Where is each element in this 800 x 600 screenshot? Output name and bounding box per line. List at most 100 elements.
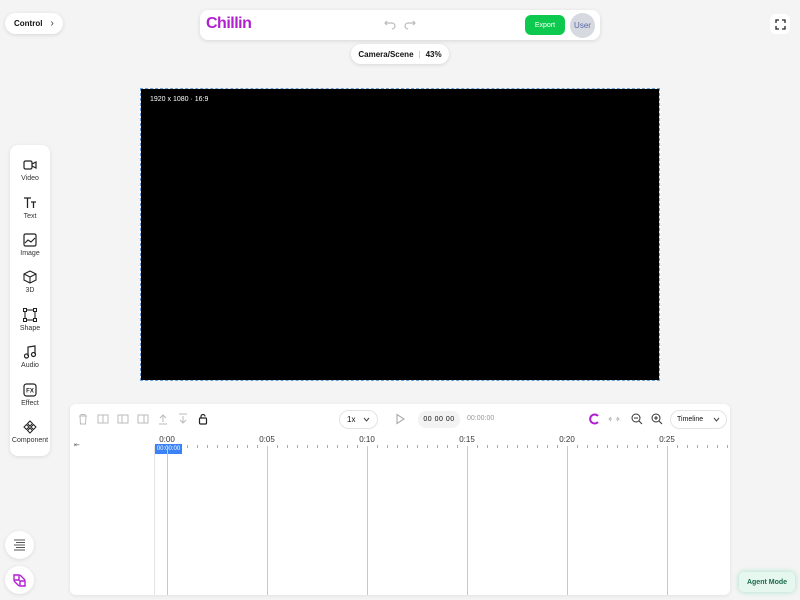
tool-effect[interactable]: FX Effect [10,378,50,414]
delete-icon[interactable] [77,413,89,425]
effect-icon: FX [23,383,37,397]
playhead-time[interactable]: 00:00:00 [155,444,182,454]
ruler-minor-tick [677,445,678,448]
tool-image[interactable]: Image [10,228,50,264]
chevron-down-icon [363,417,370,422]
ruler-minor-tick [217,445,218,448]
ruler-minor-tick [377,445,378,448]
ruler-minor-tick [547,445,548,448]
ruler-minor-tick [277,445,278,448]
scene-selector[interactable]: Camera/Scene | 43% [351,44,449,64]
svg-text:FX: FX [26,389,34,395]
move-down-icon[interactable] [177,413,189,425]
ruler-minor-tick [477,445,478,448]
grid-line [367,446,368,595]
current-time[interactable]: 00 00 00 [418,411,460,428]
tool-label: Text [23,213,37,220]
control-label: Control [14,19,43,28]
app-logo: Chillin [206,15,252,32]
tool-video[interactable]: Video [10,153,50,189]
ruler-minor-tick [347,445,348,448]
video-icon [23,160,37,170]
export-button[interactable]: Export [525,15,565,35]
image-icon [23,233,37,247]
ruler-tick-label: 0:20 [559,435,575,444]
ruler-minor-tick [327,445,328,448]
ruler-minor-tick [627,445,628,448]
tool-3d[interactable]: 3D [10,265,50,301]
ruler-tick-label: 0:05 [259,435,275,444]
grid-line [667,446,668,595]
split-left-icon[interactable] [117,413,129,425]
ruler-minor-tick [287,445,288,448]
cube-icon [23,270,37,284]
user-avatar[interactable]: User [570,13,595,38]
ruler-minor-tick [247,445,248,448]
ruler-minor-tick [727,445,728,448]
magnet-icon[interactable] [588,413,600,425]
shape-icon [23,308,37,322]
tool-label: Image [20,250,40,257]
tool-label: 3D [25,287,35,294]
tool-component[interactable]: Component [10,415,50,451]
ruler-minor-tick [497,445,498,448]
view-value: Timeline [677,416,704,423]
chevron-right-icon: › [50,18,54,29]
control-button[interactable]: Control › [5,13,63,34]
ruler-minor-tick [437,445,438,448]
ruler-minor-tick [577,445,578,448]
ruler-minor-tick [537,445,538,448]
ruler-minor-tick [297,445,298,448]
ruler-minor-tick [427,445,428,448]
split-icon[interactable] [97,413,109,425]
tool-shape[interactable]: Shape [10,303,50,339]
ruler-minor-tick [397,445,398,448]
tool-audio[interactable]: Audio [10,340,50,376]
move-up-icon[interactable] [157,413,169,425]
tool-text[interactable]: Text [10,191,50,227]
fit-icon[interactable] [608,413,620,425]
redo-icon[interactable] [403,18,417,32]
ruler-tick-label: 0:10 [359,435,375,444]
canvas-resolution: 1920 x 1080 · 16:9 [150,96,209,103]
text-icon [24,197,36,208]
ruler-minor-tick [457,445,458,448]
undo-icon[interactable] [383,18,397,32]
speed-value: 1x [347,415,356,424]
video-canvas[interactable]: 1920 x 1080 · 16:9 [140,88,660,381]
ruler-tick-label: 0:25 [659,435,675,444]
brand-icon[interactable] [5,566,34,594]
lock-icon[interactable] [197,413,209,425]
grid-line [267,446,268,595]
zoom-out-icon[interactable] [631,413,643,425]
grid-line [167,446,168,595]
ruler-minor-tick [387,445,388,448]
play-icon[interactable] [394,413,406,425]
fullscreen-icon[interactable] [770,14,790,34]
ruler-minor-tick [707,445,708,448]
ruler-minor-tick [237,445,238,448]
timeline-view-select[interactable]: Timeline [670,410,727,429]
ruler-minor-tick [647,445,648,448]
ruler-minor-tick [507,445,508,448]
ruler-minor-tick [227,445,228,448]
ruler-minor-tick [417,445,418,448]
agent-mode-button[interactable]: Agent Mode [739,572,795,592]
tool-label: Shape [19,325,41,332]
ruler-minor-tick [637,445,638,448]
ruler-minor-tick [337,445,338,448]
component-icon [23,420,37,434]
split-right-icon[interactable] [137,413,149,425]
ruler-minor-tick [527,445,528,448]
ruler-minor-tick [187,445,188,448]
scene-label: Camera/Scene [358,49,414,59]
separator: | [418,49,421,59]
zoom-in-icon[interactable] [651,413,663,425]
ruler-minor-tick [717,445,718,448]
playback-speed-select[interactable]: 1x [339,410,378,429]
zoom-level: 43% [425,49,442,59]
layers-icon[interactable] [5,531,34,559]
track-headers [70,446,155,595]
ruler-minor-tick [407,445,408,448]
ruler-tick-label: 0:15 [459,435,475,444]
